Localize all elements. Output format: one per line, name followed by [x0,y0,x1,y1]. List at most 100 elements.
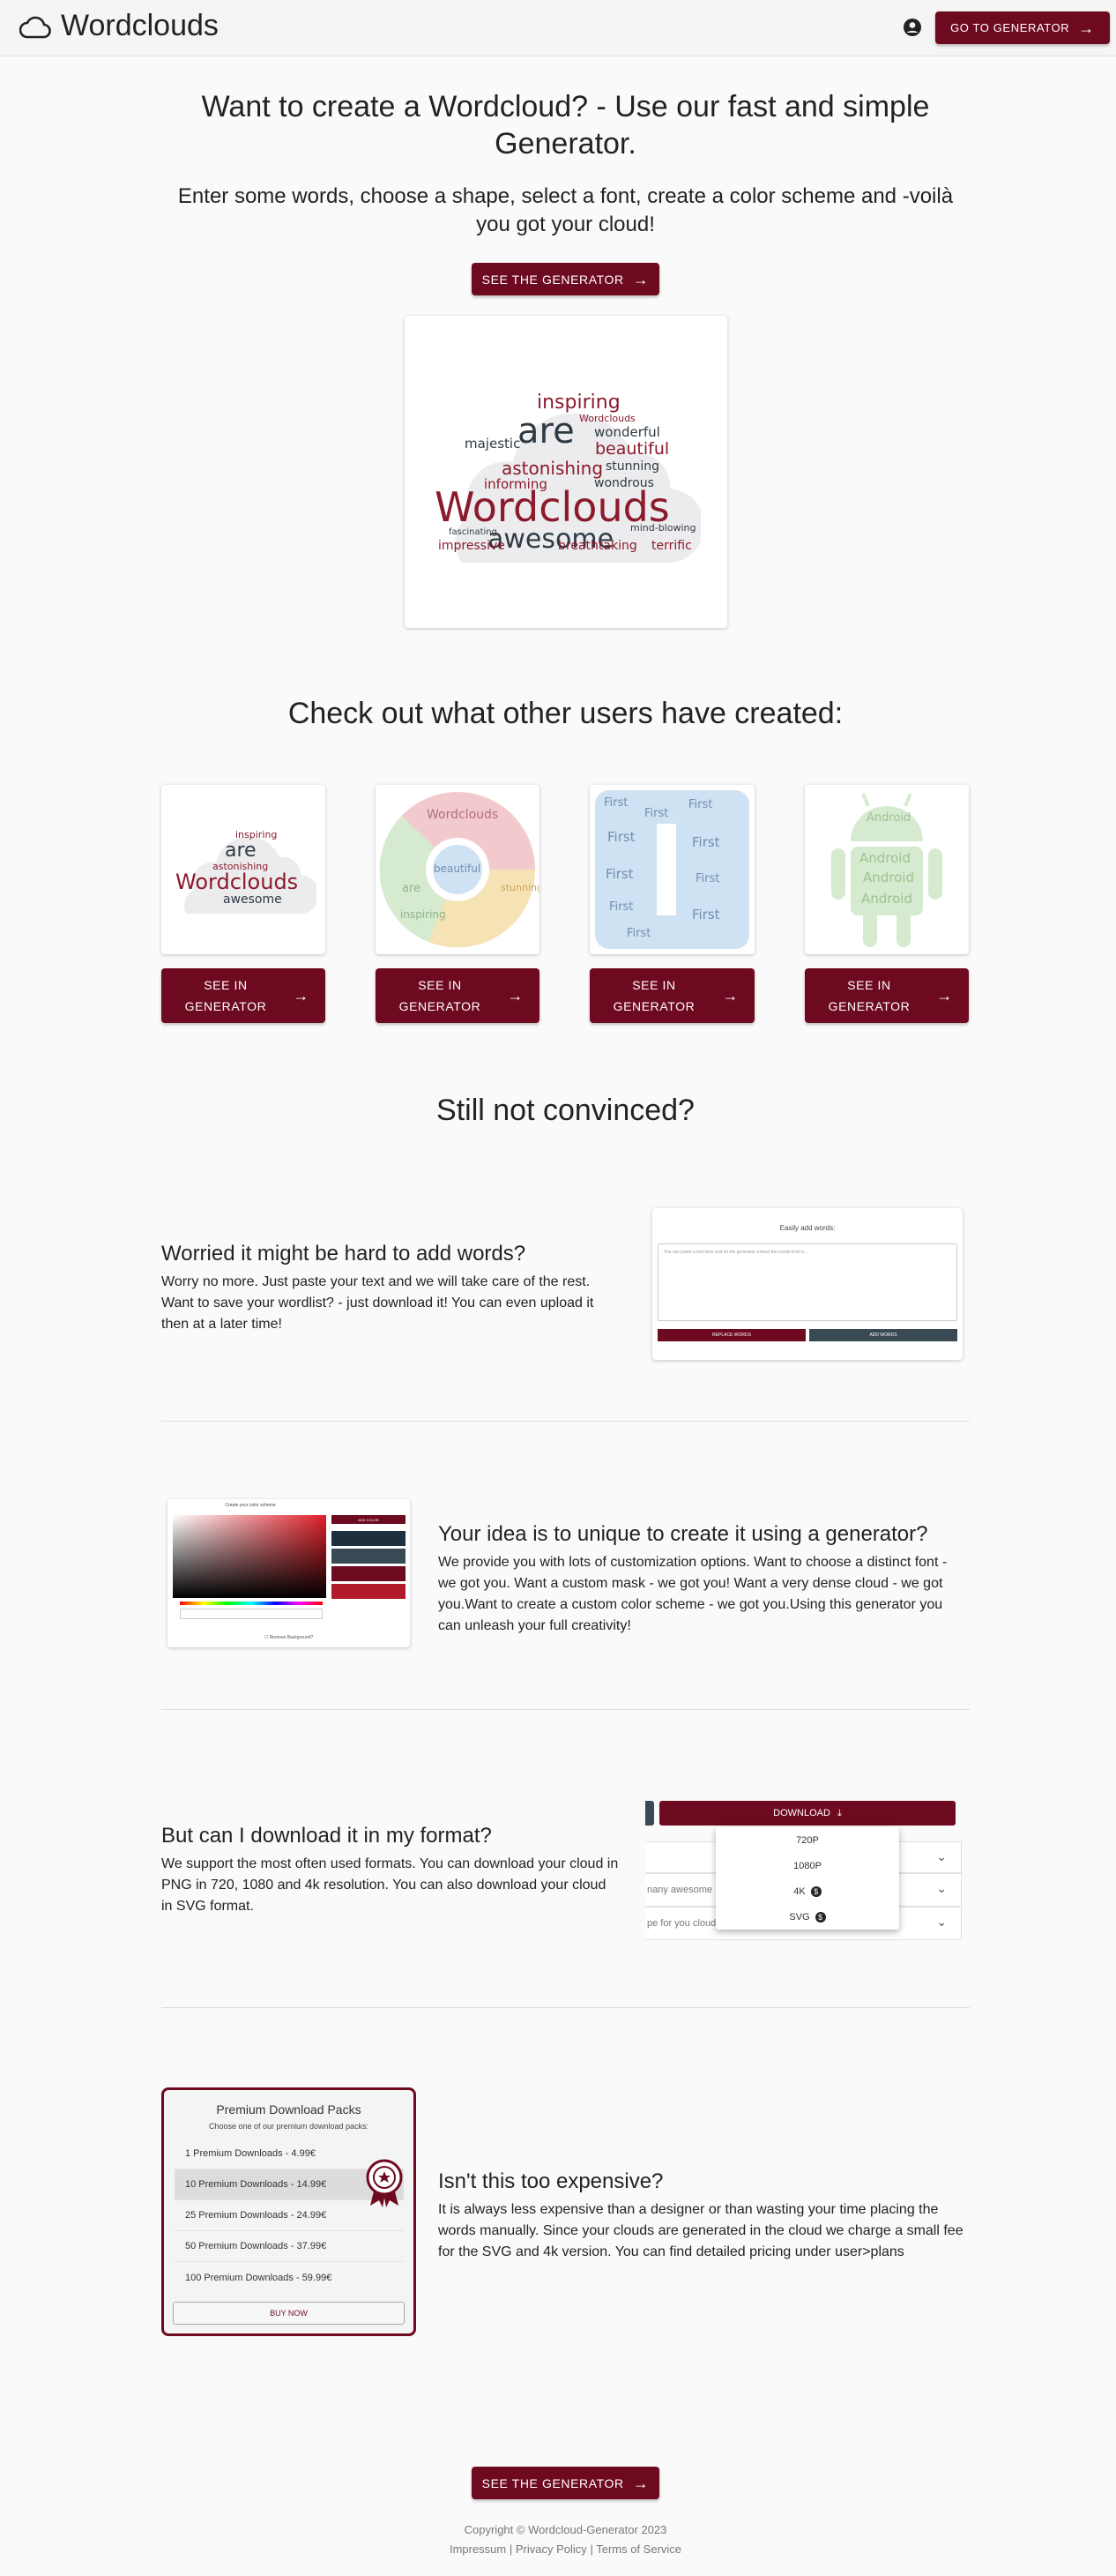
mock-pack-row: 100 Premium Downloads - 59.99€ [175,2262,404,2293]
mock-add-label: ADD WORDS [869,1333,897,1338]
gallery-wc-word: are [225,840,257,862]
mock-swatch [331,1549,405,1564]
footer-impressum-link[interactable]: Impressum [450,2542,506,2556]
mock-checkbox-row: ☐ Remove Background? [264,1635,314,1640]
gallery-wc-word: First [604,796,629,810]
go-to-generator-label: GO TO GENERATOR [950,21,1070,34]
mock-add-words-button: ADD WORDS [809,1329,957,1341]
arrow-right-icon: → [936,987,953,1004]
gallery-wc-word: First [692,907,720,922]
gallery-card-cloud[interactable]: inspiring are astonishing Wordclouds awe… [161,785,325,954]
gallery-see-in-generator-button[interactable]: SEE IN GENERATOR → [590,968,755,1023]
convince-title: Still not convinced? [436,1094,695,1127]
gallery-card-android[interactable]: Android Android Android Android [805,785,969,954]
gallery-wc-word: stunning [501,882,539,893]
mock-pack-label: 1 Premium Downloads - 4.99€ [185,2148,316,2159]
gallery-see-in-generator-button[interactable]: SEE IN GENERATOR → [161,968,325,1023]
menu-option-label: SVG [789,1911,810,1923]
footer-privacy-link[interactable]: Privacy Policy [516,2542,587,2556]
gallery-wc-word: are [402,882,421,895]
mock-subheading: Choose one of our premium download packs… [208,2122,369,2131]
gallery-wc-word: First [609,900,634,914]
wc-word: fascinating [449,527,497,537]
site-logo-text[interactable]: Wordclouds [61,9,219,43]
gallery-wc-word: First [627,927,651,940]
wc-word: wonderful [594,424,660,440]
feature-body: We support the most often used formats. … [161,1856,619,1914]
top-app-bar: Wordclouds GO TO GENERATOR → [0,0,1116,56]
wc-word: mind-blowing [630,522,696,534]
feature-download-text: But can I download it in my format? We s… [161,1824,620,1917]
menu-option-1080p: 1080P [716,1853,899,1878]
feature-add-words-text: Worried it might be hard to add words? W… [161,1242,620,1335]
gallery-button-label: SEE IN GENERATOR [613,978,696,1013]
footer-copyright: Copyright © Wordcloud-Generator 2023 [464,2523,667,2536]
mock-add-color-button: ADD COLOR [331,1515,405,1524]
gallery-card-square[interactable]: First First First First First First Firs… [590,785,755,954]
wc-word: impressive [438,539,505,553]
wc-word: breathtaking [558,539,637,553]
menu-option-svg: SVG $ [716,1904,899,1930]
gallery-wc-word: Android [859,850,911,866]
mock-row-text: nany awesome [647,1885,712,1895]
mock-buy-now-button: BUY NOW [173,2302,405,2325]
feature-title: Your idea is to unique to create it usin… [438,1522,928,1546]
mock-buy-now-label: BUY NOW [270,2309,308,2318]
wc-word: majestic [465,436,521,452]
feature-pricing-screenshot: Premium Download Packs Choose one of our… [161,2087,416,2336]
mock-download-menu: 720P 1080P 4K $ SVG $ [716,1827,899,1930]
gallery-wc-word: First [606,866,634,882]
go-to-generator-button[interactable]: GO TO GENERATOR → [935,11,1110,44]
gallery-wc-word: Android [861,891,912,907]
section-divider [161,2007,970,2008]
mock-download-label: DOWNLOAD [773,1808,830,1818]
award-ribbon-icon [363,2158,405,2212]
hero-title: Want to create a Wordcloud? - Use our fa… [201,90,930,161]
mock-pack-label: 50 Premium Downloads - 37.99€ [185,2241,327,2251]
mock-replace-label: REPLACE WORDS [712,1333,751,1338]
account-circle-icon[interactable] [903,18,922,41]
feature-body: Worry no more. Just paste your text and … [161,1274,594,1332]
feature-body: We provide you with lots of customizatio… [438,1555,948,1633]
mock-heading: Premium Download Packs [216,2102,361,2117]
gallery-title: Check out what other users have created: [287,697,844,730]
mock-heading: Create your color scheme [225,1503,276,1508]
footer-links: Impressum | Privacy Policy | Terms of Se… [161,2540,970,2559]
footer-terms-link[interactable]: Terms of Service [596,2542,681,2556]
menu-option-label: 4K [793,1885,806,1897]
hero-see-generator-button[interactable]: SEE THE GENERATOR → [472,263,659,295]
gallery-wc-word: Android [863,870,914,885]
feature-title: But can I download it in my format? [161,1824,492,1848]
feature-pricing-text: Isn't this too expensive? It is always l… [438,2169,967,2263]
mock-placeholder: You can paste a text here and let the ge… [664,1250,807,1255]
footer: Copyright © Wordcloud-Generator 2023 Imp… [161,2520,970,2559]
hero-wordcloud-image: inspiring are Wordclouds wonderful majes… [431,377,701,567]
bottom-see-generator-button[interactable]: SEE THE GENERATOR → [472,2467,659,2499]
gallery-wc-word: inspiring [400,908,446,921]
mock-textarea: You can paste a text here and let the ge… [658,1243,957,1321]
gallery-see-in-generator-button[interactable]: SEE IN GENERATOR → [805,968,969,1023]
gallery-see-in-generator-button[interactable]: SEE IN GENERATOR → [376,968,539,1023]
gallery-button-label: SEE IN GENERATOR [828,978,911,1013]
feature-title: Worried it might be hard to add words? [161,1242,526,1266]
menu-option-720p: 720P [716,1827,899,1853]
arrow-right-icon: → [722,987,739,1004]
menu-option-label: 720P [796,1834,819,1846]
gallery-card-chrome[interactable]: Wordclouds beautiful are inspiring stunn… [376,785,539,954]
feature-customize-text: Your idea is to unique to create it usin… [438,1522,967,1637]
wc-word: are [517,411,575,452]
gallery-button-label: SEE IN GENERATOR [398,978,481,1013]
chevron-down-icon: ⌄ [936,1849,947,1863]
bottom-see-generator-label: SEE THE GENERATOR [481,2475,624,2490]
gallery-wc-word: First [696,872,720,885]
wc-word: terrific [651,539,692,553]
mock-pack-row: 50 Premium Downloads - 37.99€ [175,2231,404,2262]
mock-row-text: pe for you cloud [647,1918,717,1929]
mock-left-button [645,1801,654,1826]
arrow-right-icon: → [632,2474,650,2492]
arrow-right-icon: → [632,270,650,288]
menu-option-label: 1080P [793,1860,822,1871]
gallery-wc-word: First [688,798,713,811]
chevron-down-icon: ⌄ [936,1881,947,1895]
footer-separator: | [590,2542,593,2556]
